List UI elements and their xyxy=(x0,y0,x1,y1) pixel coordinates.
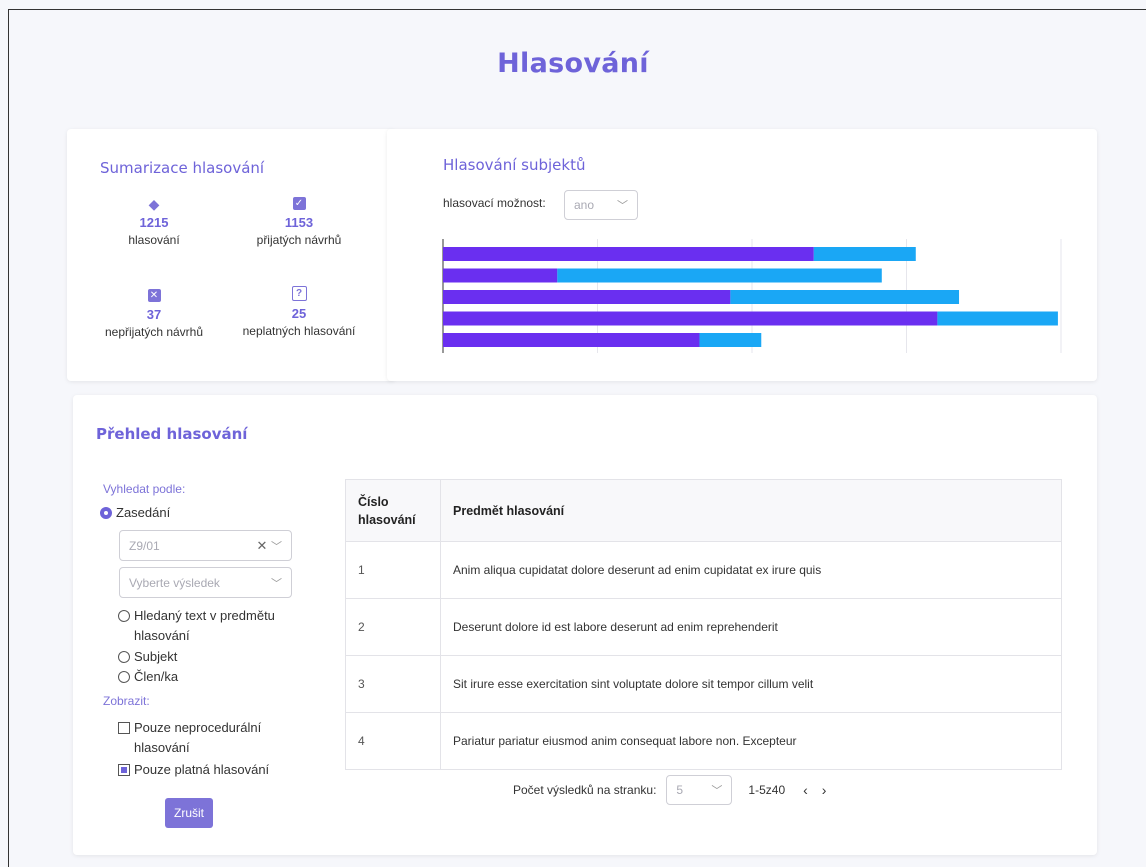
row-number: 4 xyxy=(345,712,441,770)
col-number-line2: hlasování xyxy=(358,512,416,527)
stat-rejected-value: 37 xyxy=(146,307,162,322)
session-select-value: Z9/01 xyxy=(129,538,160,553)
summary-card: Sumarizace hlasování ◆ 1215 hlasování ✓ … xyxy=(67,129,395,381)
stat-votes-label: hlasování xyxy=(128,233,180,247)
table-header-row: Číslo hlasování Predmět hlasování xyxy=(345,479,1062,542)
col-subject-header[interactable]: Predmět hlasování xyxy=(440,479,1062,542)
chevron-down-icon: ﹀ xyxy=(711,785,723,797)
stat-invalid-label: neplatných hlasování xyxy=(242,324,356,338)
radio-dot xyxy=(100,507,112,519)
row-subject: Sit irure esse exercitation sint volupta… xyxy=(440,655,1062,713)
col-number-line1: Číslo xyxy=(358,494,389,509)
layers-icon: ◆ xyxy=(148,195,160,212)
option-label: hlasovací možnost: xyxy=(443,196,546,210)
chevron-down-icon: ﹀ xyxy=(271,577,282,590)
stat-accepted-value: 1153 xyxy=(284,215,314,230)
per-page-label: Počet výsledků na stranku: xyxy=(513,783,657,797)
radio-subject[interactable]: Subjekt xyxy=(118,647,177,667)
stat-accepted-label: přijatých návrhů xyxy=(256,233,342,247)
radio-dot xyxy=(118,651,130,663)
option-select-value: ano xyxy=(574,198,595,212)
chevron-down-icon: ﹀ xyxy=(271,540,282,553)
check-nonprocedural[interactable]: Pouze neprocedurální hlasování xyxy=(118,718,261,758)
question-square-icon: ? xyxy=(291,286,307,301)
result-select-placeholder: Vyberte výsledek xyxy=(129,575,220,590)
subjects-bar-chart xyxy=(442,239,1062,353)
check-nonprocedural-label: Pouze neprocedurální hlasování xyxy=(134,718,261,758)
checkbox xyxy=(118,764,130,776)
next-page-button[interactable]: › xyxy=(822,782,827,798)
check-nonproc-line1: Pouze neprocedurální xyxy=(134,720,262,735)
page-range: 1-5z40 xyxy=(748,783,786,797)
radio-session-label: Zasedání xyxy=(116,505,171,520)
bar-series1-row3[interactable] xyxy=(443,290,731,304)
show-label: Zobrazit: xyxy=(103,694,150,708)
radio-text-line1: Hledaný text v predmětu xyxy=(134,608,275,623)
subjects-card: Hlasování subjektů hlasovací možnost: an… xyxy=(387,129,1097,381)
stat-rejected: ✕ 37 nepřijatých návrhů xyxy=(79,289,229,341)
votes-table: Číslo hlasování Predmět hlasování 1 Anim… xyxy=(345,479,1062,770)
option-select[interactable]: ano ﹀ xyxy=(564,190,638,220)
stat-votes-value: 1215 xyxy=(139,215,169,230)
bar-series2-row2[interactable] xyxy=(557,268,882,283)
bar-series2-row3[interactable] xyxy=(730,290,960,304)
table-row[interactable]: 2 Deserunt dolore id est labore deserunt… xyxy=(345,598,1062,656)
bar-series2-row5[interactable] xyxy=(699,333,762,347)
check-nonproc-line2: hlasování xyxy=(134,740,190,755)
stat-invalid-value: 25 xyxy=(291,306,307,321)
bar-series2-row1[interactable] xyxy=(813,247,916,261)
radio-text-line2: hlasování xyxy=(134,628,190,643)
search-by-label: Vyhledat podle: xyxy=(103,482,186,496)
radio-subject-label: Subjekt xyxy=(134,649,178,664)
per-page-select[interactable]: 5 ﹀ xyxy=(666,775,733,805)
col-number-header[interactable]: Číslo hlasování xyxy=(345,479,441,542)
pagination: Počet výsledků na stranku: 5 ﹀ 1-5z40 ‹ … xyxy=(513,775,826,805)
table-row[interactable]: 3 Sit irure esse exercitation sint volup… xyxy=(345,655,1062,713)
overview-title: Přehled hlasování xyxy=(96,425,248,443)
check-valid-label: Pouze platná hlasování xyxy=(134,762,270,777)
stat-rejected-label: nepřijatých návrhů xyxy=(104,325,204,339)
radio-session[interactable]: Zasedání xyxy=(100,503,170,523)
result-select[interactable]: Vyberte výsledek ﹀ xyxy=(119,567,292,598)
bar-series1-row1[interactable] xyxy=(443,247,814,261)
table-row[interactable]: 4 Pariatur pariatur eiusmod anim consequ… xyxy=(345,712,1062,770)
stat-votes: ◆ 1215 hlasování xyxy=(79,197,229,249)
subjects-title: Hlasování subjektů xyxy=(443,156,586,174)
select-controls: ✕ ﹀ xyxy=(256,538,282,554)
checkbox xyxy=(118,722,130,734)
x-square-icon: ✕ xyxy=(147,289,161,302)
radio-member[interactable]: Člen/ka xyxy=(118,667,178,687)
bar-series2-row4[interactable] xyxy=(937,311,1058,326)
radio-text-search-label: Hledaný text v predmětu hlasování xyxy=(134,606,275,646)
row-number: 1 xyxy=(345,541,441,599)
check-square-icon: ✓ xyxy=(292,197,306,210)
bar-series1-row5[interactable] xyxy=(443,333,700,347)
radio-text-search[interactable]: Hledaný text v predmětu hlasování xyxy=(118,606,275,646)
row-number: 2 xyxy=(345,598,441,656)
radio-dot xyxy=(118,610,130,622)
table-row[interactable]: 1 Anim aliqua cupidatat dolore deserunt … xyxy=(345,541,1062,599)
summary-title: Sumarizace hlasování xyxy=(100,159,265,177)
session-select[interactable]: Z9/01 ✕ ﹀ xyxy=(119,530,292,561)
row-subject: Anim aliqua cupidatat dolore deserunt ad… xyxy=(440,541,1062,599)
radio-member-label: Člen/ka xyxy=(134,669,179,684)
chevron-down-icon: ﹀ xyxy=(617,200,628,212)
radio-dot xyxy=(118,671,130,683)
row-subject: Pariatur pariatur eiusmod anim consequat… xyxy=(440,712,1062,770)
bar-series1-row2[interactable] xyxy=(443,268,558,283)
per-page-value: 5 xyxy=(676,783,684,797)
prev-page-button[interactable]: ‹ xyxy=(803,782,808,798)
clear-icon[interactable]: ✕ xyxy=(256,538,267,553)
cancel-button[interactable]: Zrušit xyxy=(165,798,213,828)
bar-series1-row4[interactable] xyxy=(443,311,938,326)
check-valid-only[interactable]: Pouze platná hlasování xyxy=(118,760,269,780)
row-number: 3 xyxy=(345,655,441,713)
overview-card: Přehled hlasování Vyhledat podle: Zasedá… xyxy=(73,395,1097,855)
stat-accepted: ✓ 1153 přijatých návrhů xyxy=(224,197,374,249)
stat-invalid: ? 25 neplatných hlasování xyxy=(224,286,374,340)
row-subject: Deserunt dolore id est labore deserunt a… xyxy=(440,598,1062,656)
page-title: Hlasování xyxy=(497,48,649,79)
